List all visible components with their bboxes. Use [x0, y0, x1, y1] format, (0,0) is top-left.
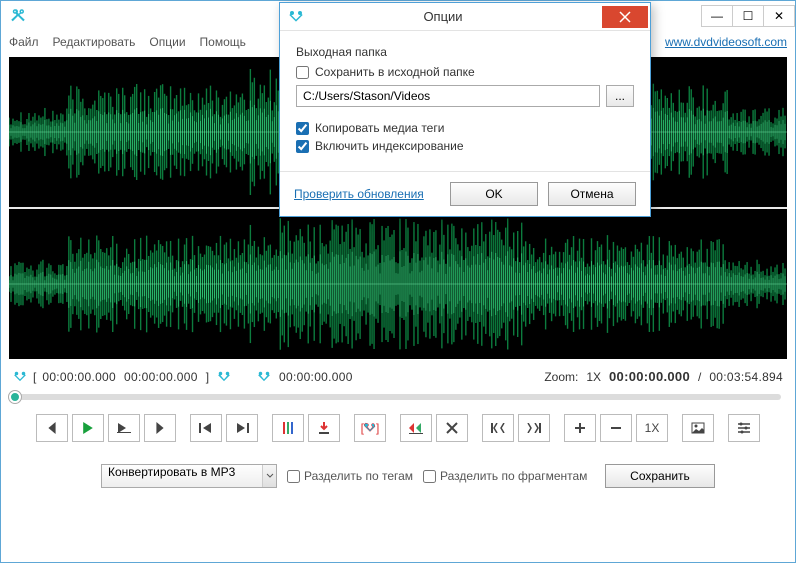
download-marker-button[interactable]: [308, 414, 340, 442]
waveform-channel-right: [9, 209, 787, 359]
trim-left-button[interactable]: [400, 414, 432, 442]
format-dropdown-value: Конвертировать в MP3: [102, 465, 262, 487]
skip-end-button[interactable]: [226, 414, 258, 442]
browse-button[interactable]: ...: [606, 85, 634, 107]
format-dropdown-chevron-icon[interactable]: [262, 465, 276, 487]
zoom-in-button[interactable]: [564, 414, 596, 442]
save-in-source-checkbox[interactable]: Сохранить в исходной папке: [296, 65, 634, 79]
options-dialog: Опции Выходная папка Сохранить в исходно…: [279, 2, 651, 217]
check-updates-link[interactable]: Проверить обновления: [294, 187, 424, 201]
cancel-button[interactable]: Отмена: [548, 182, 636, 206]
zoom-label: Zoom:: [544, 370, 578, 384]
skip-start-button[interactable]: [190, 414, 222, 442]
timecode-bar: [ 00:00:00.000 00:00:00.000 ] 00:00:00.0…: [1, 359, 795, 388]
dialog-title: Опции: [304, 9, 602, 24]
output-folder-label: Выходная папка: [296, 45, 634, 59]
selection-start-time: 00:00:00.000: [42, 370, 116, 384]
menu-edit[interactable]: Редактировать: [53, 35, 136, 49]
seek-slider[interactable]: [15, 394, 781, 400]
menu-options[interactable]: Опции: [149, 35, 185, 49]
cursor-scissors-icon: [257, 370, 271, 384]
app-logo-scissors-icon: [9, 7, 27, 25]
step-back-button[interactable]: [36, 414, 68, 442]
step-forward-button[interactable]: [144, 414, 176, 442]
selection-to-start-button[interactable]: [482, 414, 514, 442]
zoom-value: 1X: [586, 370, 601, 384]
save-button[interactable]: Сохранить: [605, 464, 715, 488]
selection-start-scissors-icon: [13, 370, 27, 384]
dialog-close-button[interactable]: [602, 6, 648, 28]
format-dropdown[interactable]: Конвертировать в MP3: [101, 464, 277, 488]
cut-selection-button[interactable]: []: [354, 414, 386, 442]
menu-help[interactable]: Помощь: [200, 35, 246, 49]
menu-file[interactable]: Файл: [9, 35, 39, 49]
set-markers-button[interactable]: [272, 414, 304, 442]
minimize-button[interactable]: —: [701, 5, 733, 27]
maximize-button[interactable]: ☐: [732, 5, 764, 27]
dialog-logo-scissors-icon: [288, 9, 304, 25]
bottom-bar: Конвертировать в MP3 Разделить по тегам …: [1, 450, 795, 502]
split-by-tags-checkbox[interactable]: Разделить по тегам: [287, 469, 413, 483]
enable-indexing-checkbox[interactable]: Включить индексирование: [296, 139, 634, 153]
transport-toolbar: [] 1X: [1, 408, 795, 450]
total-duration: 00:03:54.894: [709, 370, 783, 384]
close-button[interactable]: ✕: [763, 5, 795, 27]
zoom-reset-button[interactable]: 1X: [636, 414, 668, 442]
split-by-fragments-checkbox[interactable]: Разделить по фрагментам: [423, 469, 587, 483]
current-position: 00:00:00.000: [609, 369, 690, 384]
ok-button[interactable]: OK: [450, 182, 538, 206]
settings-button[interactable]: [728, 414, 760, 442]
play-to-end-button[interactable]: [108, 414, 140, 442]
thumbnail-button[interactable]: [682, 414, 714, 442]
zoom-out-button[interactable]: [600, 414, 632, 442]
site-link[interactable]: www.dvdvideosoft.com: [665, 35, 787, 49]
selection-end-scissors-icon: [217, 370, 231, 384]
selection-end-time: 00:00:00.000: [124, 370, 198, 384]
dialog-titlebar[interactable]: Опции: [280, 3, 650, 31]
copy-media-tags-checkbox[interactable]: Копировать медиа теги: [296, 121, 634, 135]
play-button[interactable]: [72, 414, 104, 442]
selection-to-end-button[interactable]: [518, 414, 550, 442]
delete-selection-button[interactable]: [436, 414, 468, 442]
cursor-time: 00:00:00.000: [279, 370, 353, 384]
time-separator: /: [698, 370, 701, 384]
output-path-input[interactable]: [296, 85, 600, 107]
seek-thumb[interactable]: [9, 391, 21, 403]
